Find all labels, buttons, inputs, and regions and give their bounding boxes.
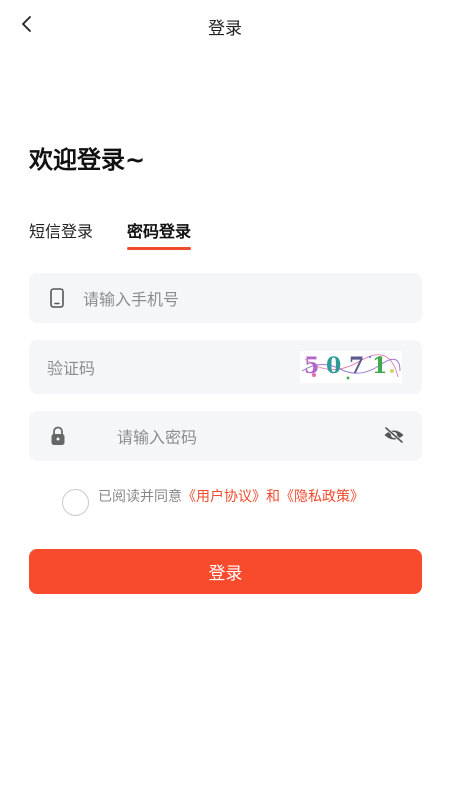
- phone-input[interactable]: [81, 286, 405, 312]
- captcha-digit: 5: [304, 353, 320, 379]
- password-input[interactable]: [115, 424, 369, 450]
- agreement-and: 和: [266, 489, 280, 505]
- privacy-policy-link[interactable]: 《隐私政策》: [280, 489, 364, 505]
- captcha-digit: 0: [326, 353, 342, 379]
- eye-off-icon[interactable]: [383, 426, 405, 444]
- verification-code-field: 5 0 7 1: [29, 340, 422, 394]
- agree-checkbox[interactable]: [62, 489, 89, 516]
- agreement-text: 已阅读并同意《用户协议》和《隐私政策》: [98, 488, 388, 507]
- tab-sms-login[interactable]: 短信登录: [29, 218, 93, 250]
- captcha-digit: 7: [349, 353, 365, 379]
- captcha-digit: 1: [372, 353, 388, 379]
- page-title: 登录: [208, 19, 242, 39]
- login-tabs: 短信登录 密码登录: [29, 218, 225, 250]
- lock-icon: [51, 426, 65, 445]
- phone-icon: [50, 288, 64, 308]
- login-button[interactable]: 登录: [29, 549, 422, 594]
- tab-password-login[interactable]: 密码登录: [127, 218, 192, 250]
- nav-bar: 登录: [0, 0, 450, 52]
- phone-field: [29, 273, 422, 323]
- captcha-image[interactable]: 5 0 7 1: [300, 351, 402, 383]
- user-agreement-link[interactable]: 《用户协议》: [182, 489, 266, 505]
- welcome-heading: 欢迎登录~: [29, 146, 146, 174]
- agreement-prefix: 已阅读并同意: [98, 489, 182, 505]
- password-field: [29, 411, 422, 461]
- verification-code-input[interactable]: [45, 355, 249, 381]
